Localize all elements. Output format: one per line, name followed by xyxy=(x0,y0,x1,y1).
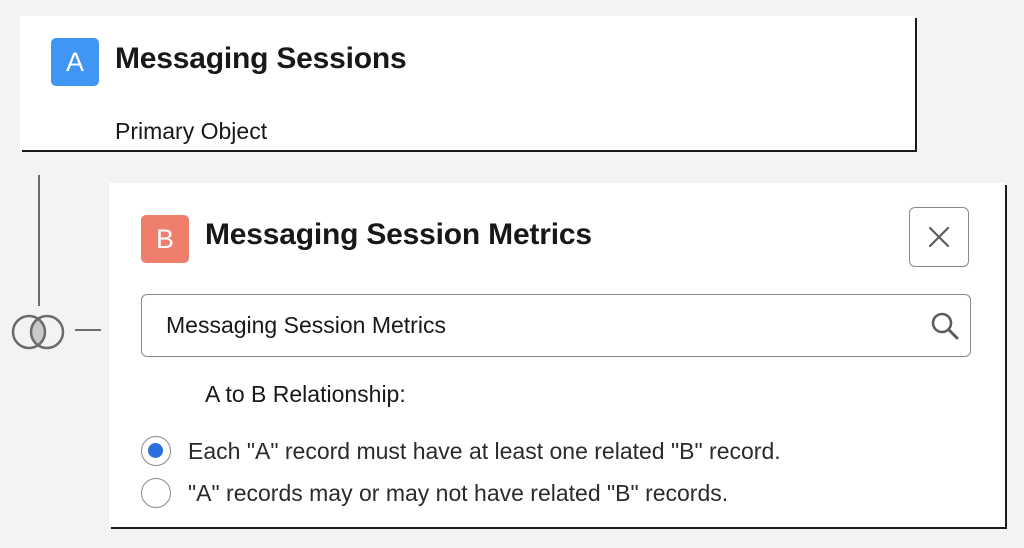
connector-dash xyxy=(75,329,101,331)
related-object-badge: B xyxy=(141,215,189,263)
remove-object-button[interactable] xyxy=(909,207,969,267)
relationship-option-label: "A" records may or may not have related … xyxy=(188,479,729,506)
radio-button-selected[interactable] xyxy=(141,436,171,466)
related-object-title: Messaging Session Metrics xyxy=(205,218,592,251)
connector-line xyxy=(38,175,40,306)
relationship-option-required[interactable]: Each "A" record must have at least one r… xyxy=(141,435,781,467)
object-search-input[interactable] xyxy=(166,295,906,355)
search-icon[interactable] xyxy=(930,311,960,341)
relationship-option-optional[interactable]: "A" records may or may not have related … xyxy=(141,477,728,509)
relationship-option-label: Each "A" record must have at least one r… xyxy=(188,437,781,464)
related-object-card: B Messaging Session Metrics A to B Relat… xyxy=(109,183,1005,527)
primary-object-subtitle: Primary Object xyxy=(115,118,268,144)
venn-join-icon[interactable] xyxy=(10,313,70,351)
close-icon xyxy=(928,226,950,248)
relationship-label: A to B Relationship: xyxy=(205,381,406,407)
radio-button-unselected[interactable] xyxy=(141,478,171,508)
primary-object-title: Messaging Sessions xyxy=(115,42,407,75)
primary-object-card: A Messaging Sessions Primary Object xyxy=(20,16,915,150)
object-search-field[interactable] xyxy=(141,294,971,357)
primary-object-badge: A xyxy=(51,38,99,86)
